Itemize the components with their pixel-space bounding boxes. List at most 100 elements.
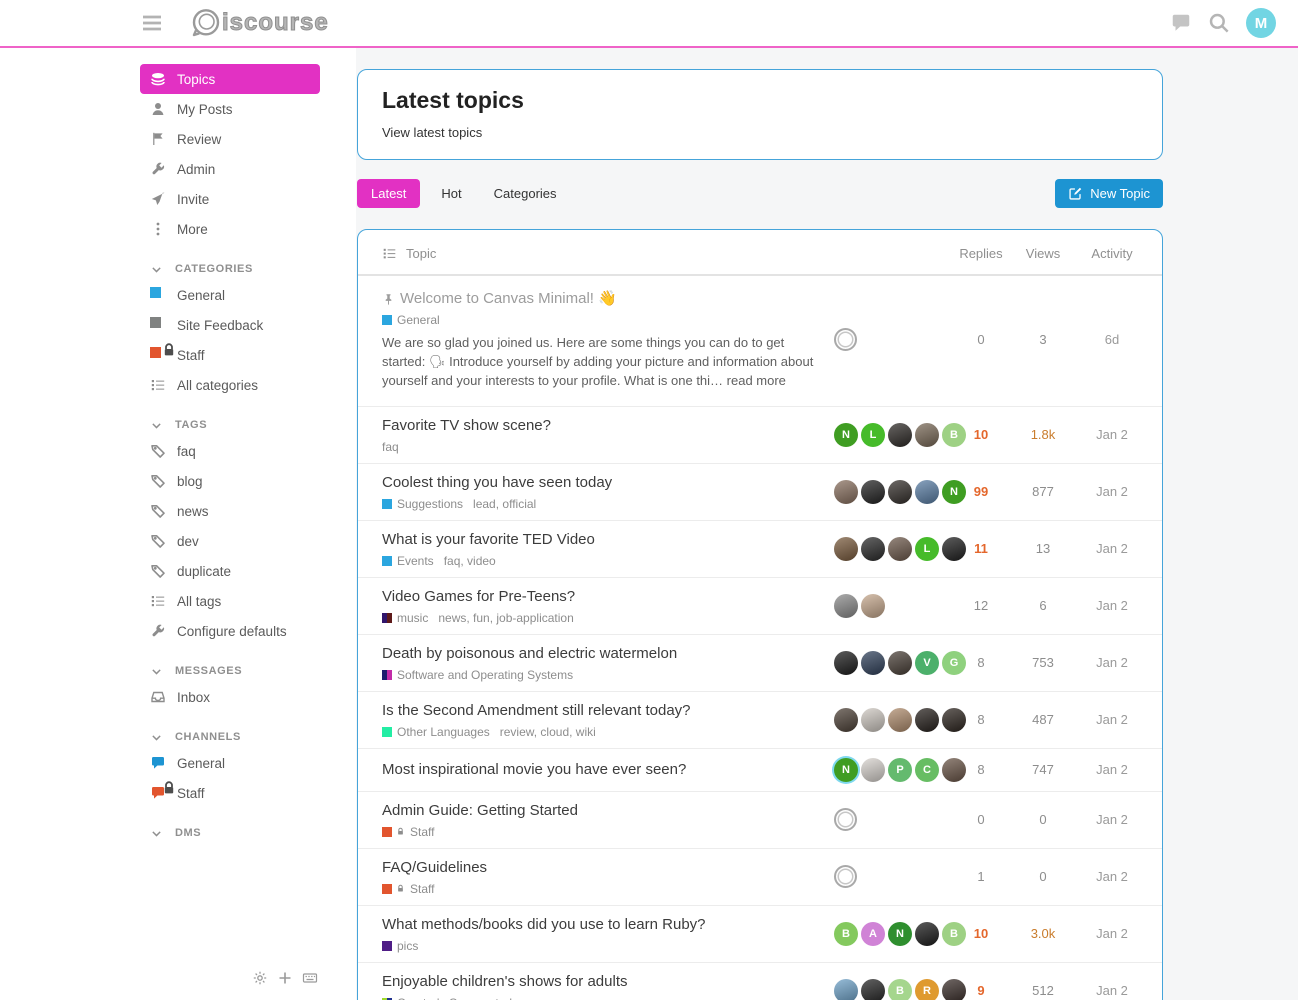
category-badge[interactable]: Staff — [382, 825, 434, 839]
sidebar-item-configure-defaults[interactable]: Configure defaults — [140, 616, 320, 646]
sidebar-item-general[interactable]: General — [140, 280, 320, 310]
user-avatar[interactable] — [861, 979, 885, 1000]
sidebar-section-dms[interactable]: DMS — [140, 822, 320, 844]
topic-tags[interactable]: news, fun, job-application — [438, 611, 573, 625]
sidebar-item-dev[interactable]: dev — [140, 526, 320, 556]
sidebar-section-tags[interactable]: TAGS — [140, 414, 320, 436]
topic-row[interactable]: FAQ/GuidelinesStaff10Jan 2 — [358, 849, 1162, 906]
user-avatar[interactable]: P — [888, 758, 912, 782]
user-avatar[interactable] — [888, 708, 912, 732]
user-avatar[interactable]: A — [861, 922, 885, 946]
sidebar-item-more[interactable]: More — [140, 214, 320, 244]
user-avatar[interactable] — [834, 537, 858, 561]
system-avatar[interactable] — [834, 808, 857, 831]
user-avatar[interactable] — [915, 922, 939, 946]
topic-title-link[interactable]: Favorite TV show scene? — [382, 416, 551, 436]
topic-row[interactable]: Enjoyable children's shows for adultsCre… — [358, 963, 1162, 1000]
sidebar-item-staff[interactable]: Staff — [140, 778, 320, 808]
sidebar-item-admin[interactable]: Admin — [140, 154, 320, 184]
user-avatar[interactable] — [834, 594, 858, 618]
user-avatar[interactable] — [834, 979, 858, 1000]
activity-date[interactable]: Jan 2 — [1096, 484, 1128, 499]
user-avatar[interactable] — [888, 480, 912, 504]
user-avatar[interactable]: L — [861, 423, 885, 447]
topic-tags[interactable]: review, cloud, wiki — [500, 725, 596, 739]
category-badge[interactable]: music — [382, 611, 428, 625]
discourse-logo[interactable]: iscourse — [190, 7, 329, 39]
topic-row[interactable]: Admin Guide: Getting StartedStaff00Jan 2 — [358, 792, 1162, 849]
activity-date[interactable]: Jan 2 — [1096, 598, 1128, 613]
topic-title-link[interactable]: Admin Guide: Getting Started — [382, 801, 578, 821]
gear-icon[interactable] — [252, 970, 268, 986]
topic-title-link[interactable]: Coolest thing you have seen today — [382, 473, 612, 493]
topic-title-link[interactable]: Is the Second Amendment still relevant t… — [382, 701, 691, 721]
user-avatar[interactable] — [834, 651, 858, 675]
user-avatar[interactable] — [915, 708, 939, 732]
activity-date[interactable]: Jan 2 — [1096, 427, 1128, 442]
topic-row[interactable]: What is your favorite TED VideoEventsfaq… — [358, 521, 1162, 578]
activity-date[interactable]: Jan 2 — [1096, 926, 1128, 941]
topic-row[interactable]: What methods/books did you use to learn … — [358, 906, 1162, 963]
topic-title-link[interactable]: Video Games for Pre-Teens? — [382, 587, 575, 607]
activity-date[interactable]: Jan 2 — [1096, 812, 1128, 827]
sidebar-item-news[interactable]: news — [140, 496, 320, 526]
user-avatar[interactable]: V — [915, 651, 939, 675]
user-avatar[interactable]: B — [888, 979, 912, 1000]
system-avatar[interactable] — [834, 865, 857, 888]
activity-date[interactable]: Jan 2 — [1096, 712, 1128, 727]
user-avatar[interactable] — [834, 480, 858, 504]
sidebar-item-site-feedback[interactable]: Site Feedback — [140, 310, 320, 340]
topic-row[interactable]: Most inspirational movie you have ever s… — [358, 749, 1162, 792]
category-badge[interactable]: Events — [382, 554, 434, 568]
topic-row[interactable]: Coolest thing you have seen today Suggest… — [358, 464, 1162, 521]
activity-date[interactable]: 6d — [1105, 332, 1119, 347]
sidebar-item-invite[interactable]: Invite — [140, 184, 320, 214]
topic-tags[interactable]: faq, video — [444, 554, 496, 568]
sidebar-section-channels[interactable]: CHANNELS — [140, 726, 320, 748]
user-avatar[interactable]: N — [888, 922, 912, 946]
user-avatar[interactable] — [888, 423, 912, 447]
sidebar-item-my-posts[interactable]: My Posts — [140, 94, 320, 124]
category-badge[interactable]: Other Languages — [382, 725, 490, 739]
user-avatar[interactable]: N — [834, 423, 858, 447]
topic-tags[interactable]: faq — [382, 440, 399, 454]
category-badge[interactable]: Suggestions — [382, 497, 463, 511]
topic-title-link[interactable]: What methods/books did you use to learn … — [382, 915, 706, 935]
tab-latest[interactable]: Latest — [357, 179, 420, 208]
new-topic-button[interactable]: New Topic — [1055, 179, 1163, 208]
user-avatar[interactable] — [861, 537, 885, 561]
topic-row[interactable]: Is the Second Amendment still relevant t… — [358, 692, 1162, 749]
sidebar-item-all-categories[interactable]: All categories — [140, 370, 320, 400]
sidebar-section-messages[interactable]: MESSAGES — [140, 660, 320, 682]
user-avatar[interactable] — [861, 708, 885, 732]
user-avatar[interactable]: L — [915, 537, 939, 561]
user-avatar[interactable]: R — [915, 979, 939, 1000]
sidebar-item-staff[interactable]: Staff — [140, 340, 320, 370]
topic-title-link[interactable]: Death by poisonous and electric watermel… — [382, 644, 677, 664]
user-avatar[interactable] — [861, 480, 885, 504]
user-avatar[interactable] — [915, 423, 939, 447]
user-avatar[interactable]: N — [834, 758, 858, 782]
tab-categories[interactable]: Categories — [483, 179, 568, 208]
user-avatar[interactable] — [915, 480, 939, 504]
topic-row[interactable]: Death by poisonous and electric watermel… — [358, 635, 1162, 692]
topic-row[interactable]: Welcome to Canvas Minimal! 👋GeneralWe ar… — [358, 276, 1162, 407]
tab-hot[interactable]: Hot — [430, 179, 472, 208]
user-avatar[interactable] — [861, 651, 885, 675]
keyboard-icon[interactable] — [302, 970, 318, 986]
user-avatar[interactable]: M — [1246, 8, 1276, 38]
sidebar-item-blog[interactable]: blog — [140, 466, 320, 496]
sidebar-item-inbox[interactable]: Inbox — [140, 682, 320, 712]
topic-title-link[interactable]: Most inspirational movie you have ever s… — [382, 760, 686, 780]
topic-tags[interactable]: todo — [495, 996, 518, 1000]
topic-title-link[interactable]: FAQ/Guidelines — [382, 858, 487, 878]
activity-date[interactable]: Jan 2 — [1096, 541, 1128, 556]
user-avatar[interactable]: C — [915, 758, 939, 782]
user-avatar[interactable] — [861, 594, 885, 618]
column-views[interactable]: Views — [1010, 246, 1076, 261]
user-avatar[interactable] — [861, 758, 885, 782]
category-badge[interactable]: General — [382, 313, 440, 327]
user-avatar[interactable] — [888, 537, 912, 561]
chat-icon[interactable] — [1170, 12, 1192, 34]
column-topic[interactable]: Topic — [406, 246, 436, 261]
